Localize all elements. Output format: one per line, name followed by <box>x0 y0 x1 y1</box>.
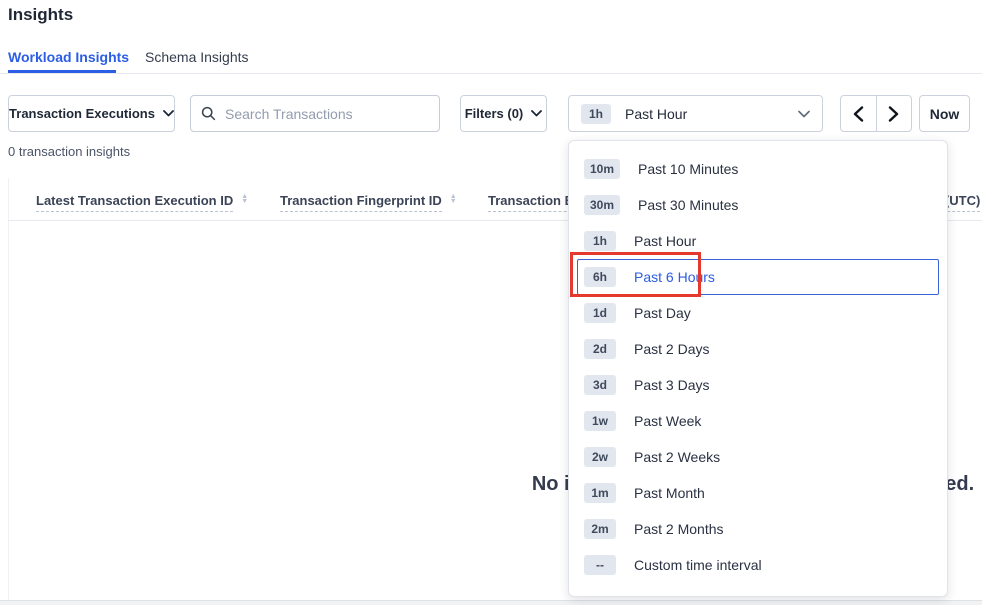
chevron-down-icon <box>163 110 174 117</box>
now-button[interactable]: Now <box>919 95 970 132</box>
time-option-past-2-months[interactable]: 2m Past 2 Months <box>577 511 939 547</box>
chevron-down-icon <box>531 110 542 117</box>
time-option-past-hour[interactable]: 1h Past Hour <box>577 223 939 259</box>
column-header-latest-txn-execution-id[interactable]: Latest Transaction Execution ID ▲▼ <box>36 193 248 212</box>
execution-type-select[interactable]: Transaction Executions <box>8 95 175 132</box>
column-header-txn-fingerprint-id[interactable]: Transaction Fingerprint ID ▲▼ <box>280 193 457 212</box>
insights-page: Insights Workload Insights Schema Insigh… <box>0 0 982 605</box>
filters-button[interactable]: Filters (0) <box>460 95 547 132</box>
search-icon <box>201 106 216 121</box>
page-title: Insights <box>8 5 73 25</box>
time-option-past-2-days[interactable]: 2d Past 2 Days <box>577 331 939 367</box>
time-range-label: Past Hour <box>625 106 687 122</box>
sort-icon[interactable]: ▲▼ <box>450 194 457 204</box>
time-option-custom-interval[interactable]: -- Custom time interval <box>577 547 939 583</box>
tabs-divider <box>0 73 982 74</box>
search-transactions-box[interactable] <box>190 95 440 132</box>
insights-count-summary: 0 transaction insights <box>8 144 130 159</box>
chevron-down-icon <box>798 110 810 118</box>
tab-workload-insights[interactable]: Workload Insights <box>8 49 129 65</box>
search-input[interactable] <box>225 106 429 122</box>
time-option-past-2-weeks[interactable]: 2w Past 2 Weeks <box>577 439 939 475</box>
time-nav-group <box>840 95 912 132</box>
chevron-left-icon <box>853 106 864 122</box>
time-option-past-month[interactable]: 1m Past Month <box>577 475 939 511</box>
time-option-past-week[interactable]: 1w Past Week <box>577 403 939 439</box>
time-option-past-3-days[interactable]: 3d Past 3 Days <box>577 367 939 403</box>
time-range-badge: 1h <box>581 104 611 124</box>
time-option-past-6-hours[interactable]: 6h Past 6 Hours <box>577 259 939 295</box>
filters-label: Filters (0) <box>465 106 524 121</box>
time-option-past-10-minutes[interactable]: 10m Past 10 Minutes <box>577 151 939 187</box>
tab-schema-insights[interactable]: Schema Insights <box>145 49 249 65</box>
sort-icon[interactable]: ▲▼ <box>241 194 248 204</box>
time-range-dropdown-trigger[interactable]: 1h Past Hour <box>568 95 823 132</box>
time-option-past-30-minutes[interactable]: 30m Past 30 Minutes <box>577 187 939 223</box>
execution-type-label: Transaction Executions <box>9 106 155 121</box>
chevron-right-icon <box>888 106 899 122</box>
horizontal-scrollbar-track[interactable] <box>0 600 982 605</box>
previous-interval-button[interactable] <box>841 96 877 131</box>
time-range-dropdown-menu: 10m Past 10 Minutes 30m Past 30 Minutes … <box>568 140 948 597</box>
next-interval-button[interactable] <box>877 96 912 131</box>
time-option-past-day[interactable]: 1d Past Day <box>577 295 939 331</box>
